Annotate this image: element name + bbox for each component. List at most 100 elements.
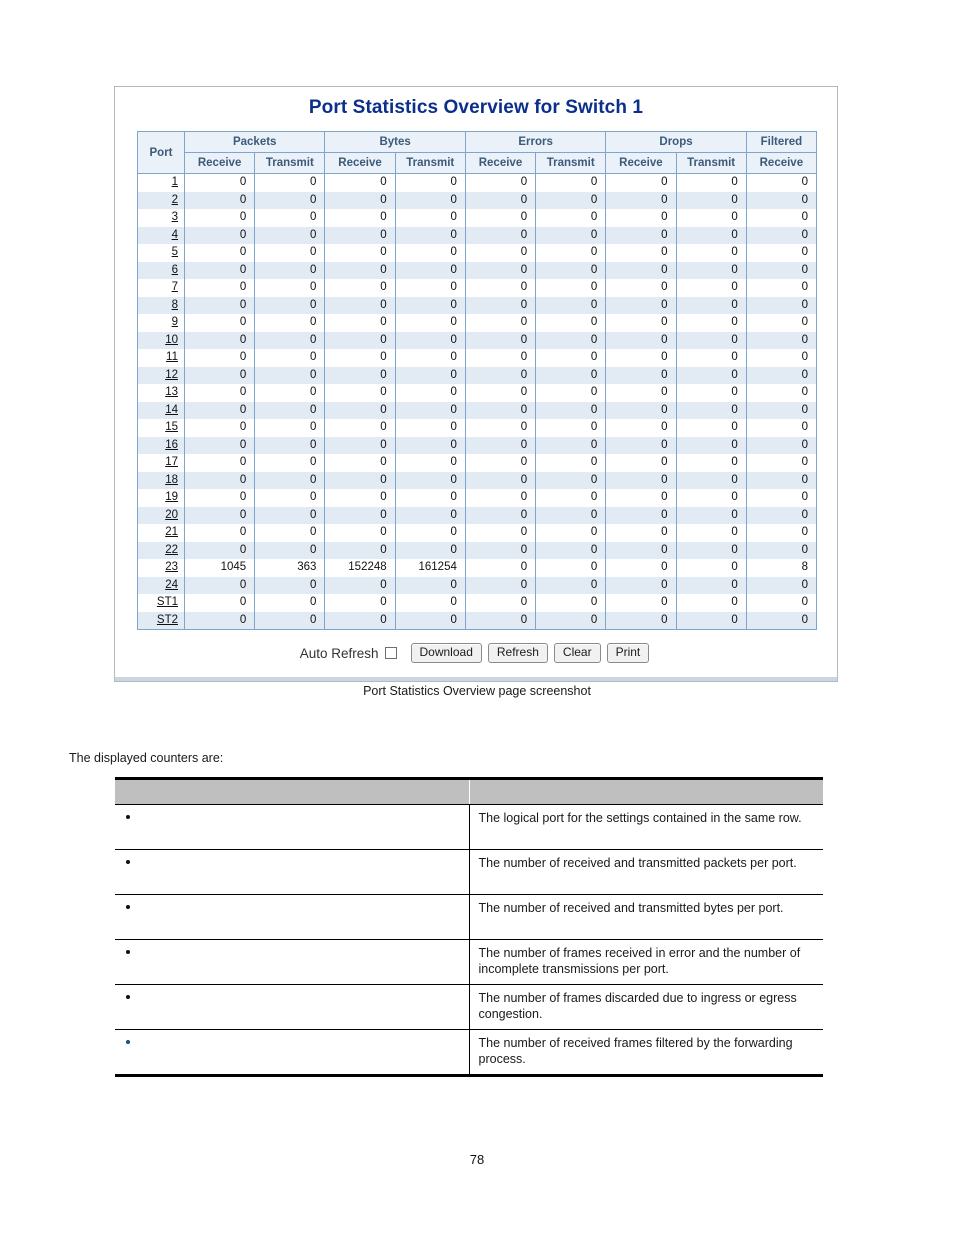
port-link-cell[interactable]: 12 (137, 366, 185, 384)
port-link[interactable]: 6 (172, 264, 178, 276)
table-row: 20 0 0 0 0 0 0 0 0 0 (137, 506, 818, 524)
port-link-cell[interactable]: 11 (137, 349, 185, 367)
port-link-cell[interactable]: 1 (137, 173, 185, 192)
port-link[interactable]: 14 (165, 404, 178, 416)
port-link-cell[interactable]: 19 (137, 489, 185, 507)
cell-bytes-transmit: 0 (394, 261, 466, 279)
cell-packets-receive: 0 (183, 314, 256, 332)
port-link[interactable]: 16 (165, 439, 178, 451)
cell-packets-transmit: 0 (254, 296, 326, 314)
cell-bytes-transmit: 0 (394, 366, 466, 384)
cell-packets-receive: 0 (183, 261, 256, 279)
port-link-cell[interactable]: 13 (137, 384, 185, 402)
table-header: Port Packets Bytes Errors Drops Filtered… (137, 131, 818, 174)
header-object-label (115, 779, 470, 805)
cell-filtered-receive: 0 (745, 611, 818, 630)
port-link-cell[interactable]: 21 (137, 524, 185, 542)
port-link[interactable]: 15 (165, 421, 178, 433)
cell-errors-receive: 0 (464, 454, 537, 472)
port-link-cell[interactable]: 10 (137, 331, 185, 349)
screenshot-frame: Port Statistics Overview for Switch 1 Po… (114, 86, 838, 682)
port-link[interactable]: 23 (165, 561, 178, 573)
cell-bytes-transmit: 0 (394, 226, 466, 244)
clear-button[interactable]: Clear (553, 643, 601, 663)
port-link-cell[interactable]: 2 (137, 191, 185, 209)
port-link[interactable]: 3 (172, 211, 178, 223)
port-link-cell[interactable]: 14 (137, 401, 185, 419)
port-link-cell[interactable]: 9 (137, 314, 185, 332)
port-link[interactable]: 19 (165, 491, 178, 503)
header-filtered-receive: Receive (745, 152, 818, 174)
cell-bytes-receive: 0 (324, 436, 396, 454)
cell-drops-receive: 0 (605, 541, 677, 559)
cell-bytes-transmit: 0 (394, 436, 466, 454)
cell-packets-transmit: 0 (254, 366, 326, 384)
auto-refresh-checkbox[interactable] (384, 647, 397, 659)
port-link[interactable]: 8 (172, 299, 178, 311)
cell-drops-transmit: 0 (675, 489, 747, 507)
port-link-cell[interactable]: 4 (137, 226, 185, 244)
port-link[interactable]: 1 (172, 176, 178, 188)
cell-bytes-transmit: 0 (394, 314, 466, 332)
cell-drops-transmit: 0 (675, 349, 747, 367)
port-link-cell[interactable]: 5 (137, 244, 185, 262)
cell-drops-transmit: 0 (675, 454, 747, 472)
port-link-cell[interactable]: 16 (137, 436, 185, 454)
port-link[interactable]: 13 (165, 386, 178, 398)
cell-packets-receive: 0 (183, 471, 256, 489)
port-link-cell[interactable]: 20 (137, 506, 185, 524)
port-link-cell[interactable]: 17 (137, 454, 185, 472)
port-link-cell[interactable]: 8 (137, 296, 185, 314)
port-link[interactable]: 12 (165, 369, 178, 381)
cell-bytes-transmit: 0 (394, 279, 466, 297)
port-link-cell[interactable]: 24 (137, 576, 185, 594)
port-link-cell[interactable]: 6 (137, 261, 185, 279)
object-description-cell: The number of received and transmitted p… (469, 849, 823, 895)
port-link-cell[interactable]: 7 (137, 279, 185, 297)
cell-errors-receive: 0 (464, 314, 537, 332)
bullet-icon (126, 905, 130, 909)
port-link-cell[interactable]: ST2 (137, 611, 185, 630)
port-link[interactable]: 17 (165, 456, 178, 468)
cell-packets-transmit: 0 (254, 541, 326, 559)
page-title: Port Statistics Overview for Switch 1 (308, 97, 644, 118)
port-link[interactable]: 10 (165, 334, 178, 346)
bullet-icon (126, 1040, 130, 1044)
cell-filtered-receive: 0 (745, 349, 818, 367)
port-link[interactable]: 5 (172, 246, 178, 258)
port-link[interactable]: 20 (165, 509, 178, 521)
cell-drops-transmit: 0 (675, 209, 747, 227)
cell-packets-transmit: 0 (254, 489, 326, 507)
cell-drops-receive: 0 (605, 436, 677, 454)
cell-bytes-transmit: 0 (394, 331, 466, 349)
object-name-cell (115, 804, 470, 850)
port-link[interactable]: 22 (165, 544, 178, 556)
cell-bytes-receive: 0 (324, 401, 396, 419)
download-button[interactable]: Download (410, 643, 482, 663)
port-link[interactable]: 2 (172, 194, 178, 206)
cell-drops-receive: 0 (605, 384, 677, 402)
cell-packets-transmit: 0 (254, 436, 326, 454)
cell-bytes-receive: 0 (324, 349, 396, 367)
port-link[interactable]: 7 (172, 281, 178, 293)
port-link-cell[interactable]: 3 (137, 209, 185, 227)
port-link[interactable]: 4 (172, 229, 178, 241)
port-link-cell[interactable]: ST1 (137, 594, 185, 612)
port-link-cell[interactable]: 18 (137, 471, 185, 489)
cell-bytes-transmit: 0 (394, 611, 466, 630)
port-link[interactable]: 9 (172, 316, 178, 328)
port-link-cell[interactable]: 23 (137, 559, 185, 577)
table-row: 17 0 0 0 0 0 0 0 0 0 (137, 454, 818, 472)
print-button[interactable]: Print (606, 643, 650, 663)
port-link[interactable]: ST2 (157, 614, 178, 626)
port-link-cell[interactable]: 22 (137, 541, 185, 559)
description-row: The number of received and transmitted b… (115, 894, 823, 940)
port-link[interactable]: 24 (165, 579, 178, 591)
refresh-button[interactable]: Refresh (487, 643, 548, 663)
port-link[interactable]: ST1 (157, 596, 178, 608)
port-link[interactable]: 11 (166, 351, 178, 363)
port-link[interactable]: 18 (165, 474, 178, 486)
cell-packets-receive: 0 (183, 384, 256, 402)
port-link-cell[interactable]: 15 (137, 419, 185, 437)
port-link[interactable]: 21 (165, 526, 178, 538)
